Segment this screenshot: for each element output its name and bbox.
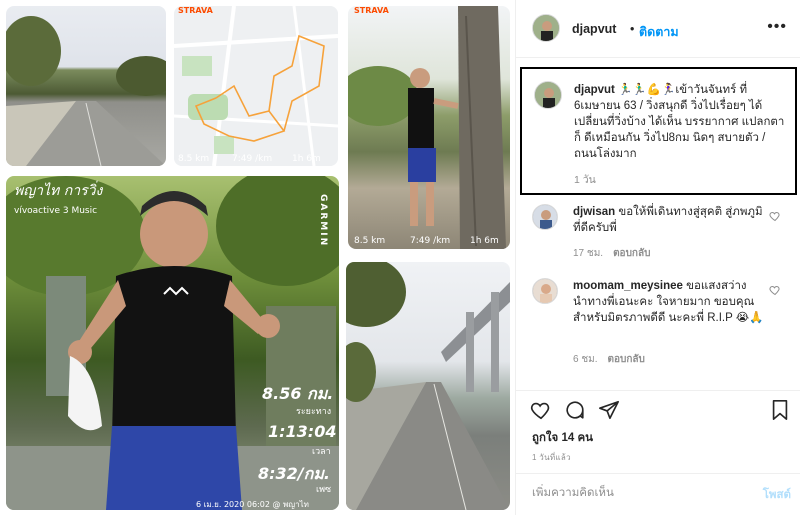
photo-footer: 6 เม.ย. 2020 06:02 @ พญาไท — [196, 500, 309, 509]
map-stat-time: 1h 6m — [292, 154, 321, 164]
bookmark-save-icon[interactable] — [769, 399, 791, 421]
follow-button[interactable]: ติดตาม — [639, 22, 679, 42]
portrait-stat-time: 1h 6m — [470, 236, 499, 246]
caption-author-avatar[interactable] — [534, 81, 562, 109]
commenter-avatar[interactable] — [532, 204, 558, 230]
caption-username[interactable]: djapvut — [574, 84, 615, 96]
strava-logo: STRAVA — [354, 6, 389, 15]
road-scene — [6, 16, 166, 166]
caption-timestamp[interactable]: 1 วัน — [574, 171, 596, 188]
caption-body: djapvut 🏃‍♂️🏃‍♂️💪🏃‍♀️เข้าวันจันทร์ ที่ 6… — [574, 82, 788, 162]
author-username[interactable]: djapvut — [572, 22, 616, 36]
comment-bubble-icon[interactable] — [564, 399, 586, 421]
reply-button[interactable]: ตอบกลับ — [608, 354, 645, 365]
comment-time[interactable]: 17 ชม. — [573, 248, 603, 259]
post-caption: djapvut 🏃‍♂️🏃‍♂️💪🏃‍♀️เข้าวันจันทร์ ที่ 6… — [520, 67, 797, 195]
commenter-avatar[interactable] — [532, 278, 558, 304]
photo-skytrain-road — [346, 262, 510, 510]
map-stat-distance: 8.5 km — [178, 154, 210, 164]
post-comment-button[interactable]: โพสต์ — [763, 486, 791, 504]
portrait-stat-distance: 8.5 km — [354, 236, 386, 246]
like-comment-heart-icon[interactable] — [769, 284, 781, 296]
comment-meta: 6 ชม. ตอบกลับ — [573, 352, 645, 367]
separator-dot: • — [630, 22, 635, 36]
post-header: djapvut • ติดตาม ••• — [516, 0, 800, 58]
portrait-stat-pace: 7:49 /km — [410, 236, 451, 246]
time-label: เวลา — [312, 447, 331, 457]
comment-username[interactable]: moomam_meysinee — [573, 280, 683, 292]
like-heart-icon[interactable] — [530, 399, 552, 421]
route-map — [174, 6, 338, 166]
photo-empty-road — [6, 6, 166, 166]
comment-input[interactable] — [532, 482, 732, 504]
reply-button[interactable]: ตอบกลับ — [613, 248, 650, 259]
distance-label: ระยะทาง — [296, 407, 332, 417]
tree-portrait-scene — [348, 6, 506, 249]
comment-time[interactable]: 6 ชม. — [573, 354, 598, 365]
strava-logo: STRAVA — [178, 6, 213, 15]
photo-route-map: STRAVA 8.5 km 7:49 /km 1h 6m — [174, 6, 338, 166]
runner-scene — [6, 176, 339, 510]
time-value: 1:13:04 — [268, 422, 337, 441]
likes-count[interactable]: ถูกใจ 14 คน — [532, 429, 593, 447]
skytrain-scene — [346, 262, 510, 510]
post-side-panel: djapvut • ติดตาม ••• djapvut 🏃‍♂️🏃‍♂️💪🏃‍… — [515, 0, 800, 515]
add-comment-bar: โพสต์ — [516, 473, 800, 511]
photo-runner-by-tree: STRAVA 8.5 km 7:49 /km 1h 6m — [348, 6, 510, 249]
watch-name: vívoactive 3 Music — [14, 206, 98, 216]
photo-runner-thumbs-up: พญาไท การวิ่ง vívoactive 3 Music GARMIN … — [6, 176, 339, 510]
map-stat-pace: 7:49 /km — [232, 154, 273, 164]
comment-meta: 17 ชม. ตอบกลับ — [573, 246, 650, 261]
post-photo-collage[interactable]: STRAVA 8.5 km 7:49 /km 1h 6m STRAVA 8.5 … — [0, 0, 515, 515]
more-horizontal-icon[interactable]: ••• — [767, 18, 787, 36]
comment-body: djwisan ขอให้พี่เดินทางสู่สุคติ สู่ภพภูม… — [573, 204, 769, 236]
like-comment-heart-icon[interactable] — [769, 210, 781, 222]
pace-label: เพซ — [316, 485, 332, 495]
comment-body: moomam_meysinee ขอแสงสว่างนำทางพี่เอนะคะ… — [573, 278, 769, 326]
activity-title: พญาไท การวิ่ง — [14, 183, 103, 199]
comment-username[interactable]: djwisan — [573, 206, 615, 218]
garmin-logo: GARMIN — [318, 194, 328, 248]
author-avatar[interactable] — [532, 14, 560, 42]
post-actions: ถูกใจ 14 คน 1 วันที่แล้ว โพสต์ — [516, 390, 800, 510]
post-date[interactable]: 1 วันที่แล้ว — [532, 451, 571, 464]
share-send-icon[interactable] — [598, 399, 620, 421]
